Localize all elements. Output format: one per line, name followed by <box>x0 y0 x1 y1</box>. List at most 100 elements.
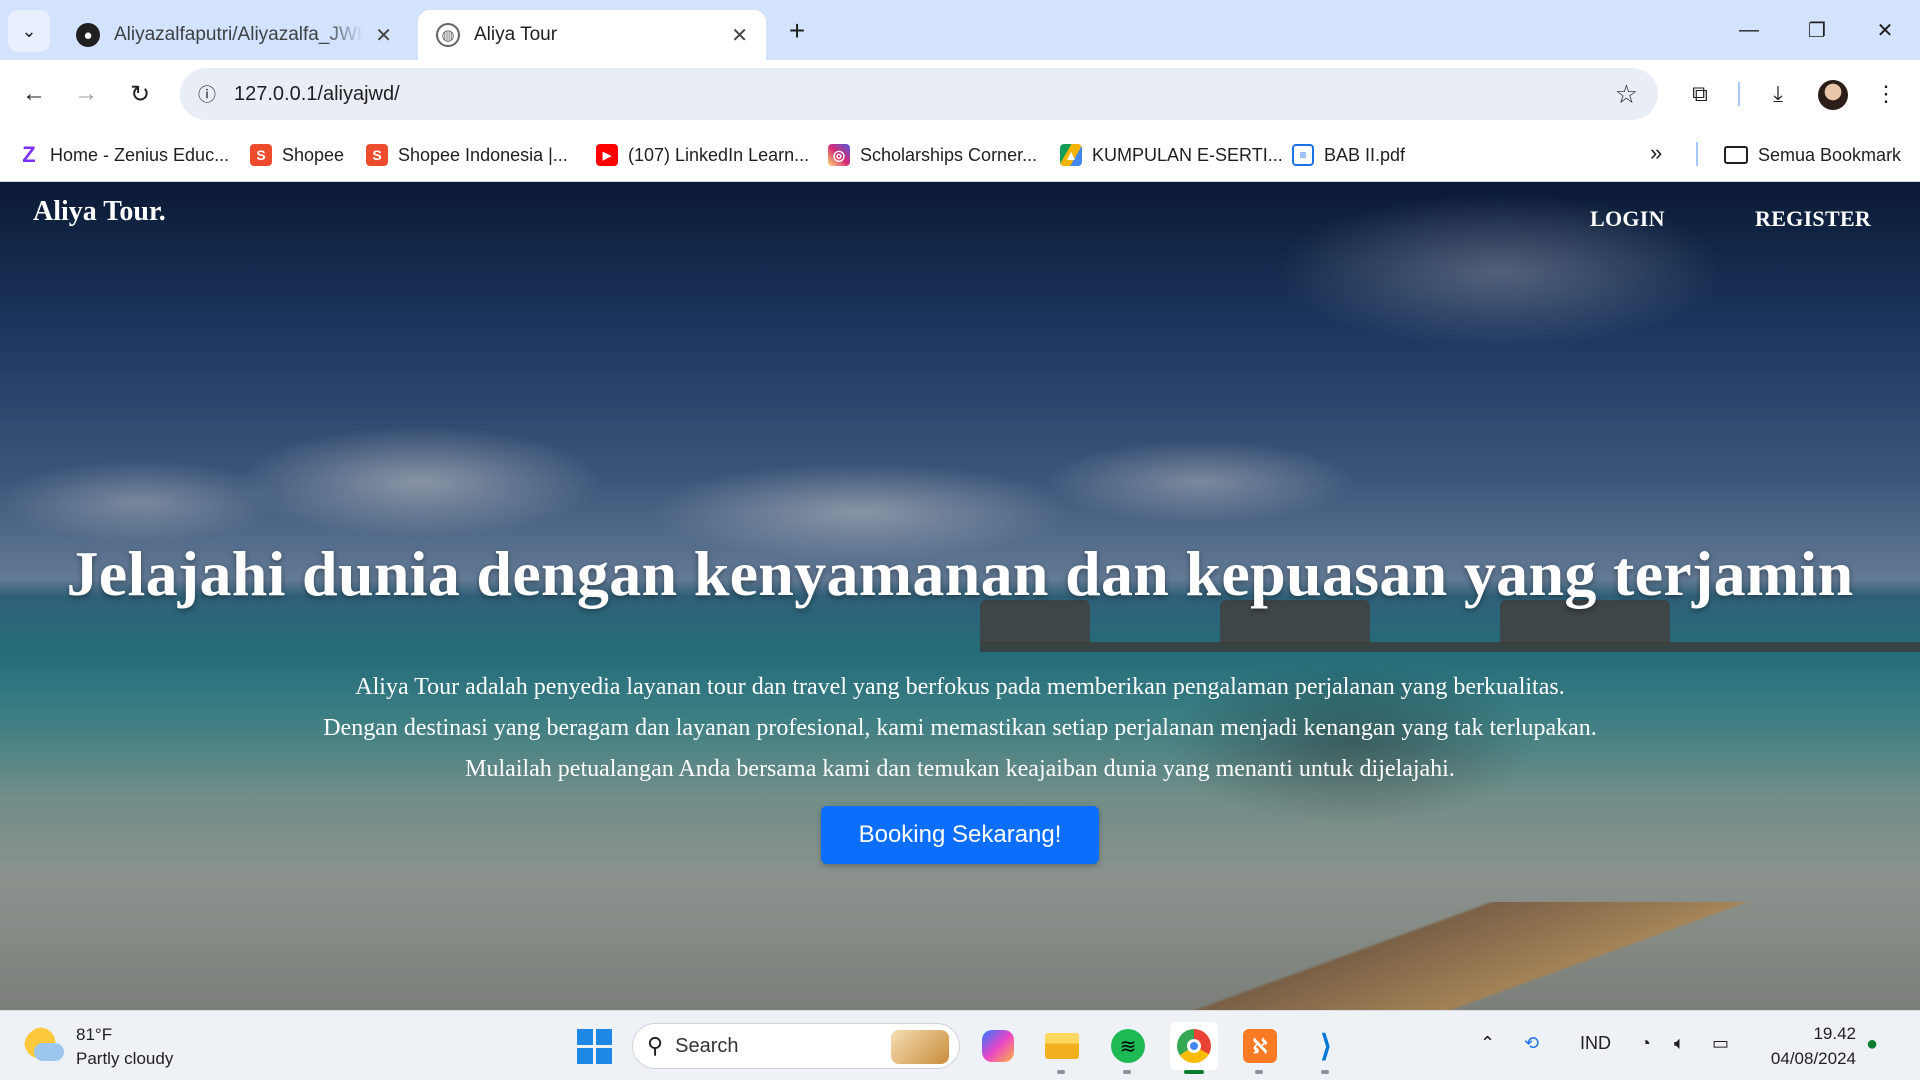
tab-title: Aliya Tour <box>474 24 558 45</box>
bookmark-item[interactable]: ▶ (107) LinkedIn Learn... <box>596 141 809 169</box>
file-explorer-app[interactable] <box>1038 1022 1086 1074</box>
spotify-icon: ≋ <box>1111 1029 1145 1063</box>
close-tab-icon[interactable]: ✕ <box>731 23 748 48</box>
github-icon: ● <box>76 23 100 47</box>
arrow-right-icon: → <box>74 80 98 107</box>
zenius-icon: Z <box>22 142 36 167</box>
search-highlight-image <box>891 1030 949 1064</box>
copilot-app[interactable] <box>974 1022 1022 1070</box>
site-info-icon[interactable]: ⓘ <box>190 77 224 111</box>
bookmark-item[interactable]: ◎ Scholarships Corner... <box>828 141 1037 169</box>
taskbar-search[interactable]: ⚲ Search <box>632 1023 960 1069</box>
more-menu-icon[interactable]: ⋮ <box>1866 74 1906 114</box>
booking-button[interactable]: Booking Sekarang! <box>821 806 1099 864</box>
copilot-icon <box>982 1030 1014 1062</box>
weather-desc: Partly cloudy <box>76 1049 174 1068</box>
bookmark-label: (107) LinkedIn Learn... <box>628 144 810 165</box>
address-url[interactable]: 127.0.0.1/aliyajwd/ <box>234 83 400 106</box>
extensions-icon[interactable]: ⧉ <box>1680 74 1720 114</box>
bookmark-label: KUMPULAN E-SERTI... <box>1092 144 1283 165</box>
more-bookmarks-chevron-icon[interactable]: » <box>1650 140 1662 166</box>
arrow-left-icon: ← <box>22 80 46 107</box>
tab-github[interactable]: ● Aliyazalfaputri/Aliyazalfa_JWD: I ✕ <box>58 10 410 60</box>
system-clock[interactable]: 19.42 04/08/2024 <box>1760 1021 1856 1071</box>
spotify-app[interactable]: ≋ <box>1104 1022 1152 1074</box>
hero-heading: Jelajahi dunia dengan kenyamanan dan kep… <box>66 538 1854 609</box>
close-tab-icon[interactable]: ✕ <box>375 23 392 48</box>
xampp-icon: ℵ <box>1243 1029 1277 1063</box>
xampp-app[interactable]: ℵ <box>1236 1022 1284 1074</box>
windows-taskbar: 81°F Partly cloudy ⚲ Search ≋ ℵ ⟩ ⌃ ⟲ IN… <box>0 1010 1920 1080</box>
shopee-icon: S <box>250 144 272 166</box>
bookmark-item[interactable]: S Shopee <box>250 141 344 169</box>
bookmark-item[interactable]: Z Home - Zenius Educ... <box>18 141 229 169</box>
google-drive-icon: ▲ <box>1060 144 1082 166</box>
partly-cloudy-icon <box>24 1027 64 1067</box>
bookmark-item[interactable]: ▲ KUMPULAN E-SERTI... <box>1060 141 1283 169</box>
document-icon: ≡ <box>1292 144 1314 166</box>
bookmark-label: BAB II.pdf <box>1324 144 1406 165</box>
battery-icon[interactable]: ▭ <box>1712 1033 1729 1054</box>
close-icon: ✕ <box>1876 19 1894 42</box>
running-indicator <box>1123 1070 1131 1074</box>
chrome-app[interactable] <box>1170 1022 1218 1074</box>
hero-description: Aliya Tour adalah penyedia layanan tour … <box>160 667 1760 790</box>
bookmark-star-icon[interactable]: ☆ <box>1615 79 1638 110</box>
instagram-icon: ◎ <box>828 144 850 166</box>
hero-section: Jelajahi dunia dengan kenyamanan dan kep… <box>0 182 1920 1010</box>
sync-icon[interactable]: ⟲ <box>1524 1033 1539 1054</box>
chevron-down-icon: ⌄ <box>21 20 37 41</box>
new-tab-button[interactable]: + <box>780 14 814 48</box>
search-icon: ⚲ <box>647 1033 664 1058</box>
vscode-icon: ⟩ <box>1320 1029 1332 1063</box>
vscode-app[interactable]: ⟩ <box>1302 1022 1350 1074</box>
page-viewport: Aliya Tour. LOGIN REGISTER Jelajahi duni… <box>0 182 1920 1010</box>
chevron-up-icon[interactable]: ⌃ <box>1480 1033 1495 1054</box>
bookmarks-bar: Z Home - Zenius Educ... S Shopee S Shope… <box>0 128 1920 182</box>
start-button[interactable] <box>570 1022 618 1070</box>
volume-icon[interactable]: 🔈︎ <box>1674 1033 1685 1054</box>
plus-icon: + <box>788 15 806 46</box>
folder-icon <box>1045 1033 1079 1059</box>
profile-avatar[interactable] <box>1818 80 1848 110</box>
search-label: Search <box>675 1034 739 1057</box>
back-button[interactable]: ← <box>14 74 54 114</box>
running-indicator <box>1184 1070 1204 1074</box>
bookmark-item[interactable]: ≡ BAB II.pdf <box>1292 141 1405 169</box>
restore-button[interactable]: ❐ <box>1794 10 1840 50</box>
restore-icon: ❐ <box>1808 19 1826 42</box>
hero-line: Dengan destinasi yang beragam dan layana… <box>323 715 1597 741</box>
running-indicator <box>1057 1070 1065 1074</box>
tab-title: Aliyazalfaputri/Aliyazalfa_JWD: I <box>114 24 364 45</box>
bookmark-label: Home - Zenius Educ... <box>50 144 230 165</box>
bookmark-label: Shopee Indonesia |... <box>398 144 568 165</box>
shopee-icon: S <box>366 144 388 166</box>
download-icon[interactable]: ⤓ <box>1758 74 1798 114</box>
folder-icon <box>1724 146 1748 164</box>
all-bookmarks-label: Semua Bookmark <box>1758 144 1902 165</box>
toolbar-divider <box>1738 82 1740 106</box>
globe-icon: ◍ <box>436 23 460 47</box>
reload-button[interactable]: ↻ <box>120 74 160 114</box>
browser-tab-strip: ⌄ ● Aliyazalfaputri/Aliyazalfa_JWD: I ✕ … <box>0 0 1920 60</box>
chrome-icon <box>1177 1029 1211 1063</box>
bookmarks-divider <box>1696 142 1698 166</box>
windows-icon <box>576 1028 612 1064</box>
wifi-icon[interactable]: ◔ <box>1640 1033 1651 1054</box>
bookmark-label: Scholarships Corner... <box>860 144 1038 165</box>
address-bar[interactable]: ⓘ 127.0.0.1/aliyajwd/ ☆ <box>180 68 1658 120</box>
clock-date: 04/08/2024 <box>1770 1049 1856 1068</box>
tab-search-button[interactable]: ⌄ <box>8 10 50 52</box>
clock-time: 19.42 <box>1813 1024 1856 1043</box>
close-window-button[interactable]: ✕ <box>1862 10 1908 50</box>
notification-bell-icon[interactable]: ● <box>1866 1033 1878 1056</box>
tab-aliya-tour[interactable]: ◍ Aliya Tour ✕ <box>418 10 766 60</box>
forward-button[interactable]: → <box>66 74 106 114</box>
running-indicator <box>1255 1070 1263 1074</box>
minimize-button[interactable]: — <box>1726 10 1772 50</box>
weather-widget[interactable]: 81°F Partly cloudy <box>24 1023 173 1071</box>
minimize-icon: — <box>1739 18 1759 41</box>
all-bookmarks-folder[interactable]: Semua Bookmark <box>1724 141 1901 169</box>
bookmark-item[interactable]: S Shopee Indonesia |... <box>366 141 568 169</box>
language-indicator[interactable]: IND <box>1580 1033 1611 1054</box>
